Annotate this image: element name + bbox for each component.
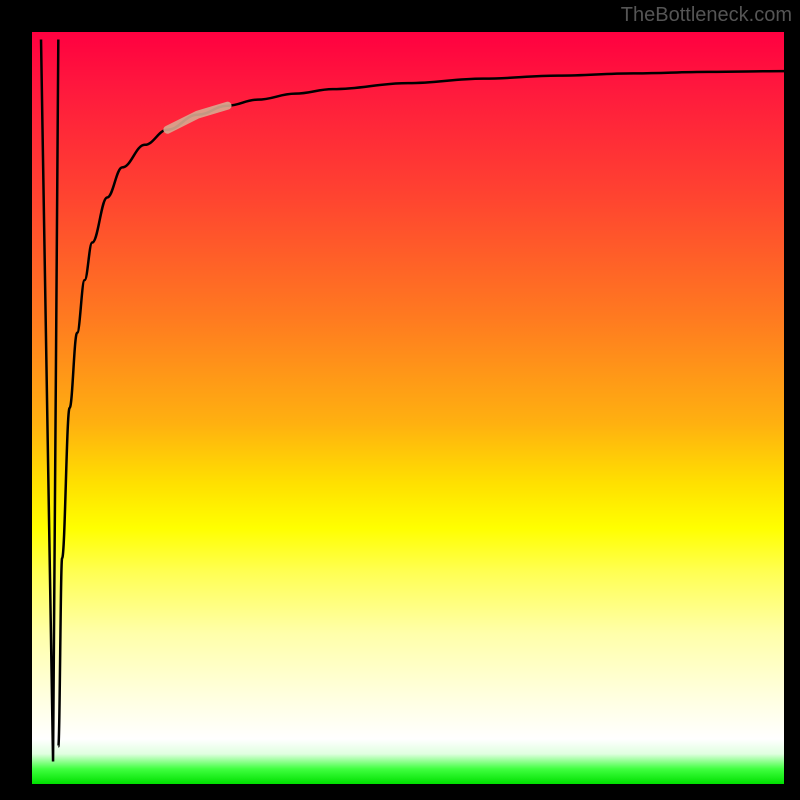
asymptote-curve xyxy=(58,71,784,746)
spike-line xyxy=(41,40,58,762)
highlight-segment xyxy=(167,106,227,130)
watermark-text: TheBottleneck.com xyxy=(621,4,792,27)
chart-curves xyxy=(32,32,784,784)
